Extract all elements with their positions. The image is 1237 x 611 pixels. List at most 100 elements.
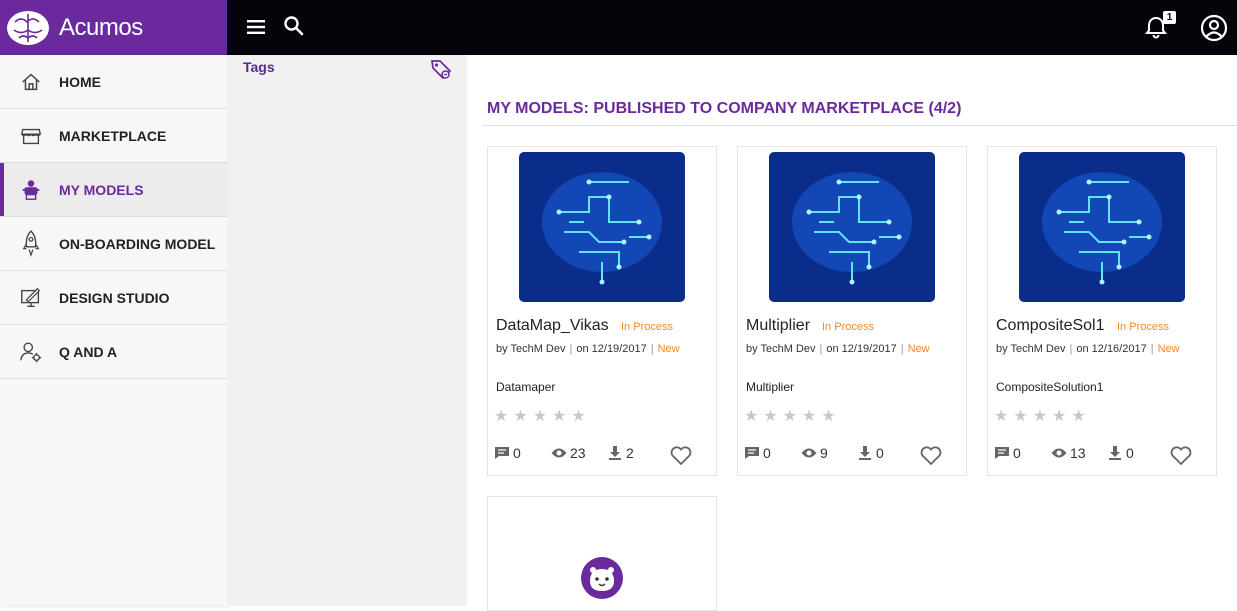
model-date: on 12/16/2017 — [1076, 343, 1147, 355]
downloads-stat: 0 — [857, 445, 884, 461]
sidebar-item-home[interactable]: HOME — [0, 55, 227, 109]
rating-stars[interactable]: ★ ★ ★ ★ ★ — [744, 406, 836, 426]
eye-icon — [1051, 448, 1067, 458]
model-title[interactable]: Multiplier — [746, 317, 810, 335]
star-icon[interactable]: ★ — [763, 406, 777, 426]
model-description: Datamaper — [496, 380, 556, 394]
model-card[interactable] — [487, 496, 717, 611]
favorite-heart-icon[interactable] — [669, 444, 693, 466]
sidebar-item-label: MY MODELS — [59, 181, 144, 198]
model-card[interactable]: CompositeSol1 In Process by TechM Dev | on… — [987, 146, 1217, 476]
star-icon[interactable]: ★ — [571, 406, 585, 426]
robot-icon — [18, 177, 44, 203]
favorite-heart-icon[interactable] — [1169, 444, 1193, 466]
model-status: In Process — [822, 321, 874, 333]
main-content: MY MODELS: PUBLISHED TO COMPANY MARKETPL… — [467, 55, 1237, 611]
store-icon — [18, 123, 44, 149]
views-stat: 23 — [551, 445, 607, 461]
model-status: In Process — [1117, 321, 1169, 333]
model-thumbnail — [769, 152, 935, 302]
views-stat: 13 — [1051, 445, 1107, 461]
model-date: on 12/19/2017 — [826, 343, 897, 355]
tag-filter-icon[interactable] — [429, 57, 453, 81]
model-author: by TechM Dev — [746, 343, 816, 355]
model-tag: New — [1157, 343, 1180, 355]
star-icon[interactable]: ★ — [1033, 406, 1047, 426]
user-settings-icon — [18, 339, 44, 365]
model-date: on 12/19/2017 — [576, 343, 647, 355]
model-card[interactable]: DataMap_Vikas In Process by TechM Dev | on… — [487, 146, 717, 476]
notification-badge: 1 — [1163, 11, 1176, 24]
model-title[interactable]: DataMap_Vikas — [496, 317, 609, 335]
rocket-icon — [18, 229, 44, 257]
model-thumbnail — [1019, 152, 1185, 302]
star-icon[interactable]: ★ — [1052, 406, 1066, 426]
divider — [482, 125, 1237, 126]
rating-stars[interactable]: ★ ★ ★ ★ ★ — [994, 406, 1086, 426]
comments-stat: 0 — [744, 445, 801, 461]
download-icon — [1109, 446, 1121, 460]
model-tag: New — [657, 343, 680, 355]
sidebar-item-marketplace[interactable]: MARKETPLACE — [0, 109, 227, 163]
model-meta: by TechM Dev | on 12/16/2017 | New — [996, 343, 1180, 355]
star-icon[interactable]: ★ — [533, 406, 547, 426]
star-icon[interactable]: ★ — [744, 406, 758, 426]
eye-icon — [551, 448, 567, 458]
hamburger-menu-icon[interactable] — [244, 14, 270, 40]
model-thumbnail — [519, 152, 685, 302]
mascot-avatar-icon — [581, 557, 623, 599]
star-icon[interactable]: ★ — [783, 406, 797, 426]
sidebar-item-q-and-a[interactable]: Q AND A — [0, 325, 227, 379]
sidebar-item-label: DESIGN STUDIO — [59, 289, 170, 306]
model-author: by TechM Dev — [496, 343, 566, 355]
star-icon[interactable]: ★ — [513, 406, 527, 426]
comment-icon — [495, 447, 509, 459]
downloads-stat: 0 — [1107, 445, 1134, 461]
top-bar: Acumos 1 — [0, 0, 1237, 55]
model-stats: 0 23 2 — [494, 445, 634, 461]
star-icon[interactable]: ★ — [1071, 406, 1085, 426]
model-card[interactable]: Multiplier In Process by TechM Dev | on 12… — [737, 146, 967, 476]
views-stat: 9 — [801, 445, 857, 461]
user-account-icon[interactable] — [1199, 13, 1229, 43]
model-stats: 0 13 0 — [994, 445, 1134, 461]
section-title: MY MODELS: PUBLISHED TO COMPANY MARKETPL… — [487, 100, 962, 117]
star-icon[interactable]: ★ — [1013, 406, 1027, 426]
downloads-stat: 2 — [607, 445, 634, 461]
sidebar-item-design-studio[interactable]: DESIGN STUDIO — [0, 271, 227, 325]
star-icon[interactable]: ★ — [821, 406, 835, 426]
sidebar-item-label: Q AND A — [59, 343, 118, 360]
model-description: CompositeSolution1 — [996, 380, 1104, 394]
app-name: Acumos — [59, 13, 143, 41]
model-meta: by TechM Dev | on 12/19/2017 | New — [746, 343, 930, 355]
sidebar-item-label: MARKETPLACE — [59, 127, 167, 144]
star-icon[interactable]: ★ — [494, 406, 508, 426]
download-icon — [609, 446, 621, 460]
favorite-heart-icon[interactable] — [919, 444, 943, 466]
download-icon — [859, 446, 871, 460]
model-stats: 0 9 0 — [744, 445, 884, 461]
sidebar-item-my-models[interactable]: MY MODELS — [0, 163, 227, 217]
sidebar-item-onboarding-model[interactable]: ON-BOARDING MODEL — [0, 217, 227, 271]
model-tag: New — [907, 343, 930, 355]
model-title[interactable]: CompositeSol1 — [996, 317, 1105, 335]
acumos-brain-logo — [7, 10, 49, 45]
star-icon[interactable]: ★ — [994, 406, 1008, 426]
star-icon[interactable]: ★ — [552, 406, 566, 426]
eye-icon — [801, 448, 817, 458]
comments-stat: 0 — [494, 445, 551, 461]
search-icon[interactable] — [281, 13, 307, 39]
comments-stat: 0 — [994, 445, 1051, 461]
star-icon[interactable]: ★ — [802, 406, 816, 426]
brand[interactable]: Acumos — [0, 0, 227, 55]
model-meta: by TechM Dev | on 12/19/2017 | New — [496, 343, 680, 355]
model-description: Multiplier — [746, 380, 795, 394]
comment-icon — [745, 447, 759, 459]
sidebar-item-label: ON-BOARDING MODEL — [59, 235, 216, 252]
home-icon — [18, 69, 44, 95]
rating-stars[interactable]: ★ ★ ★ ★ ★ — [494, 406, 586, 426]
sidebar-nav: HOME MARKETPLACE MY MODELS ON-BOARDING M… — [0, 55, 227, 606]
model-status: In Process — [621, 321, 673, 333]
sidebar-item-label: HOME — [59, 73, 101, 90]
filter-panel: Tags — [227, 55, 467, 606]
